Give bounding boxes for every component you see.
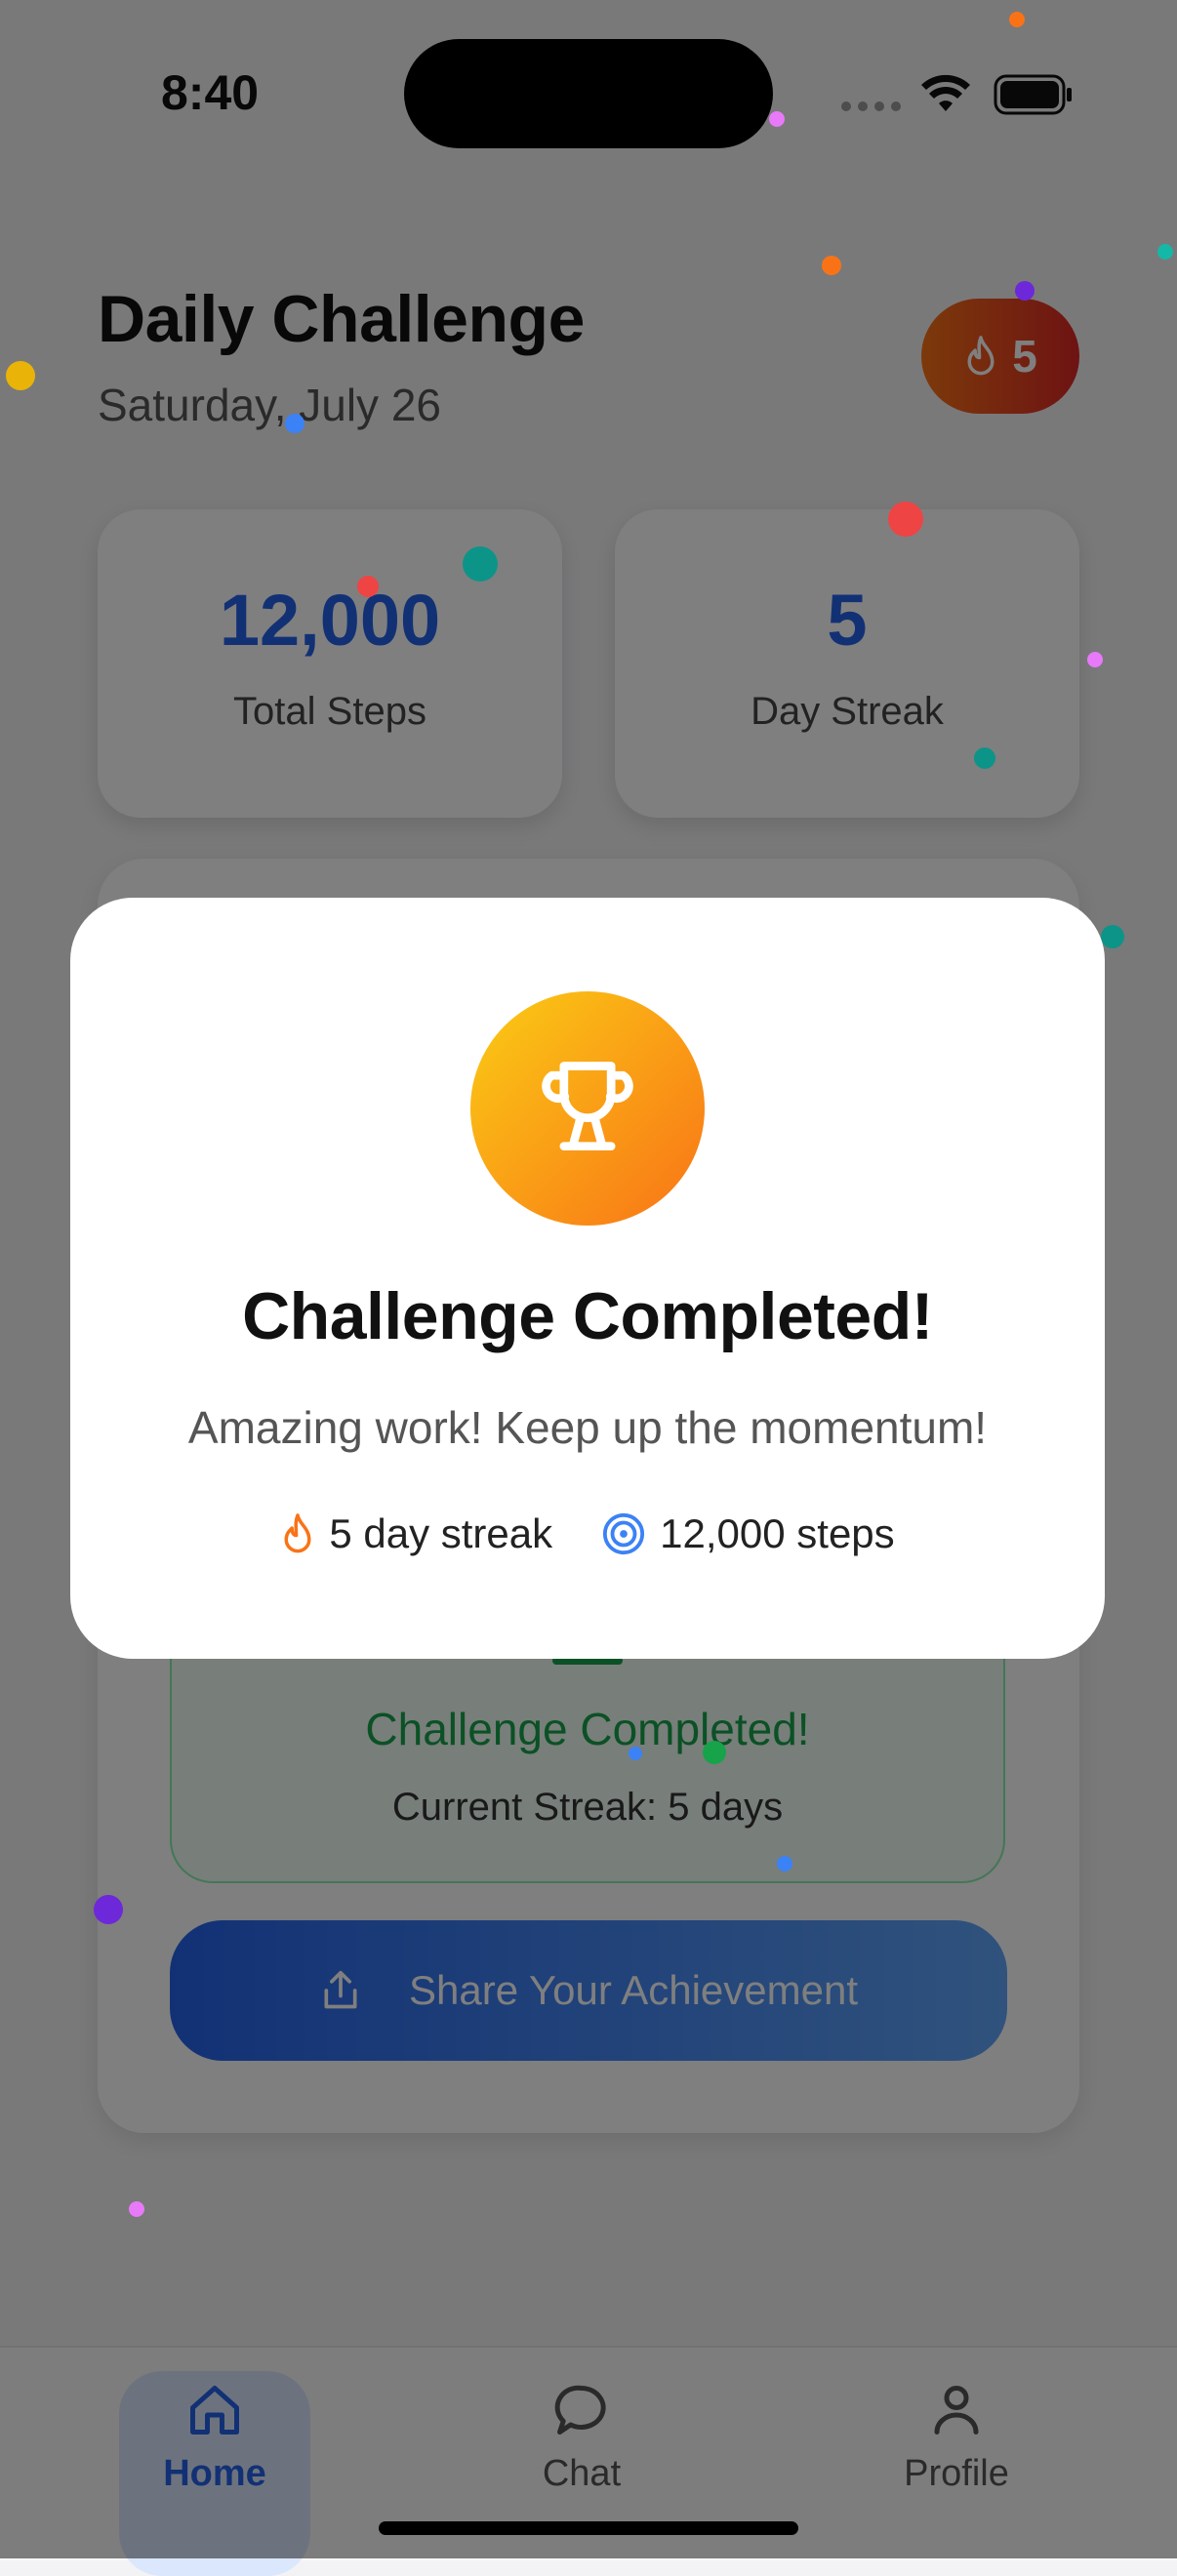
modal-steps-text: 12,000 steps: [660, 1510, 895, 1556]
target-icon: [603, 1512, 645, 1555]
trophy-icon: [542, 1062, 633, 1151]
modal-title: Challenge Completed!: [242, 1279, 933, 1353]
flame-icon: [284, 1513, 311, 1553]
modal-steps-stat: 12,000 steps: [601, 1510, 895, 1557]
modal-stats: 5 day streak 12,000 steps: [70, 1510, 1105, 1557]
modal-subtitle: Amazing work! Keep up the momentum!: [187, 1402, 988, 1453]
modal-streak-stat: 5 day streak: [280, 1510, 552, 1557]
modal-streak-text: 5 day streak: [329, 1510, 553, 1556]
trophy-badge: [470, 991, 705, 1226]
